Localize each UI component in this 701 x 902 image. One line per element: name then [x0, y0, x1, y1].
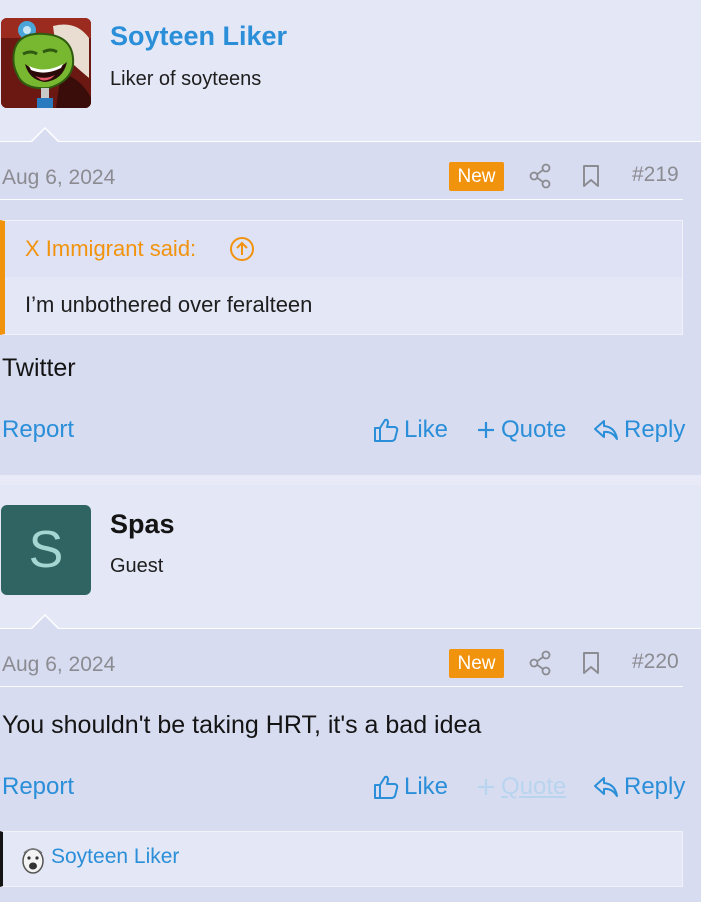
plus-icon	[478, 422, 494, 438]
post-date[interactable]: Aug 6, 2024	[2, 653, 115, 677]
username-link[interactable]: Soyteen Liker	[110, 21, 287, 52]
quote-label: Quote	[501, 773, 567, 800]
avatar[interactable]	[1, 18, 91, 108]
like-button[interactable]: Like	[373, 773, 448, 801]
new-badge: New	[449, 162, 504, 191]
reply-label: Reply	[624, 416, 686, 443]
header-divider	[0, 141, 701, 142]
new-badge: New	[449, 649, 504, 678]
reactions-bar[interactable]: Soyteen Liker	[0, 831, 683, 887]
reaction-user-link[interactable]: Soyteen Liker	[51, 845, 179, 869]
user-title: Guest	[110, 555, 164, 577]
like-label: Like	[404, 416, 449, 443]
header-arrow	[30, 127, 60, 143]
reply-icon	[594, 777, 618, 797]
bookmark-icon[interactable]	[581, 164, 601, 188]
face-reaction-icon	[22, 848, 44, 874]
report-link[interactable]: Report	[2, 416, 74, 444]
post-actions: Report Like Quote Reply	[0, 773, 701, 807]
header-divider	[0, 628, 701, 629]
plus-icon	[478, 779, 494, 795]
quote-button[interactable]: Quote	[476, 773, 566, 801]
reply-icon	[594, 420, 618, 440]
avatar-image	[1, 18, 91, 108]
user-header	[0, 0, 701, 141]
meta-divider	[0, 199, 683, 200]
like-button[interactable]: Like	[373, 416, 448, 444]
avatar[interactable]: S	[1, 505, 91, 595]
post-separator	[0, 475, 701, 485]
thumbs-up-icon	[374, 418, 399, 442]
post-meta: Aug 6, 2024 New #219	[0, 162, 701, 196]
meta-divider	[0, 686, 683, 687]
post-number[interactable]: #220	[632, 650, 679, 674]
share-icon[interactable]	[528, 163, 552, 189]
post-body: You shouldn't be taking HRT, it's a bad …	[2, 711, 482, 739]
bookmark-icon[interactable]	[581, 651, 601, 675]
user-title: Liker of soyteens	[110, 68, 262, 90]
reply-button[interactable]: Reply	[593, 416, 685, 444]
quote-block: X Immigrant said: I’m unbothered over fe…	[0, 220, 683, 335]
report-link[interactable]: Report	[2, 773, 74, 801]
quote-header: X Immigrant said:	[5, 221, 682, 277]
post-220: S Spas Guest Aug 6, 2024 New #220 You sh…	[0, 485, 701, 902]
post-219: Soyteen Liker Liker of soyteens Aug 6, 2…	[0, 0, 701, 475]
quote-text: I’m unbothered over feralteen	[25, 292, 313, 317]
quote-author-link[interactable]: X Immigrant said:	[25, 236, 196, 262]
post-actions: Report Like Quote Reply	[0, 416, 701, 450]
reply-label: Reply	[624, 773, 686, 800]
quote-label: Quote	[501, 416, 567, 443]
arrow-up-circle-icon[interactable]	[229, 236, 255, 262]
quote-button[interactable]: Quote	[476, 416, 566, 444]
thumbs-up-icon	[374, 775, 399, 799]
post-date[interactable]: Aug 6, 2024	[2, 166, 115, 190]
report-label: Report	[2, 416, 75, 443]
like-label: Like	[404, 773, 449, 800]
post-number[interactable]: #219	[632, 163, 679, 187]
header-arrow	[30, 614, 60, 630]
post-meta: Aug 6, 2024 New #220	[0, 649, 701, 683]
username[interactable]: Spas	[110, 509, 175, 540]
post-body: Twitter	[2, 354, 76, 382]
report-label: Report	[2, 773, 75, 800]
reply-button[interactable]: Reply	[593, 773, 685, 801]
user-header	[0, 485, 701, 628]
share-icon[interactable]	[528, 650, 552, 676]
